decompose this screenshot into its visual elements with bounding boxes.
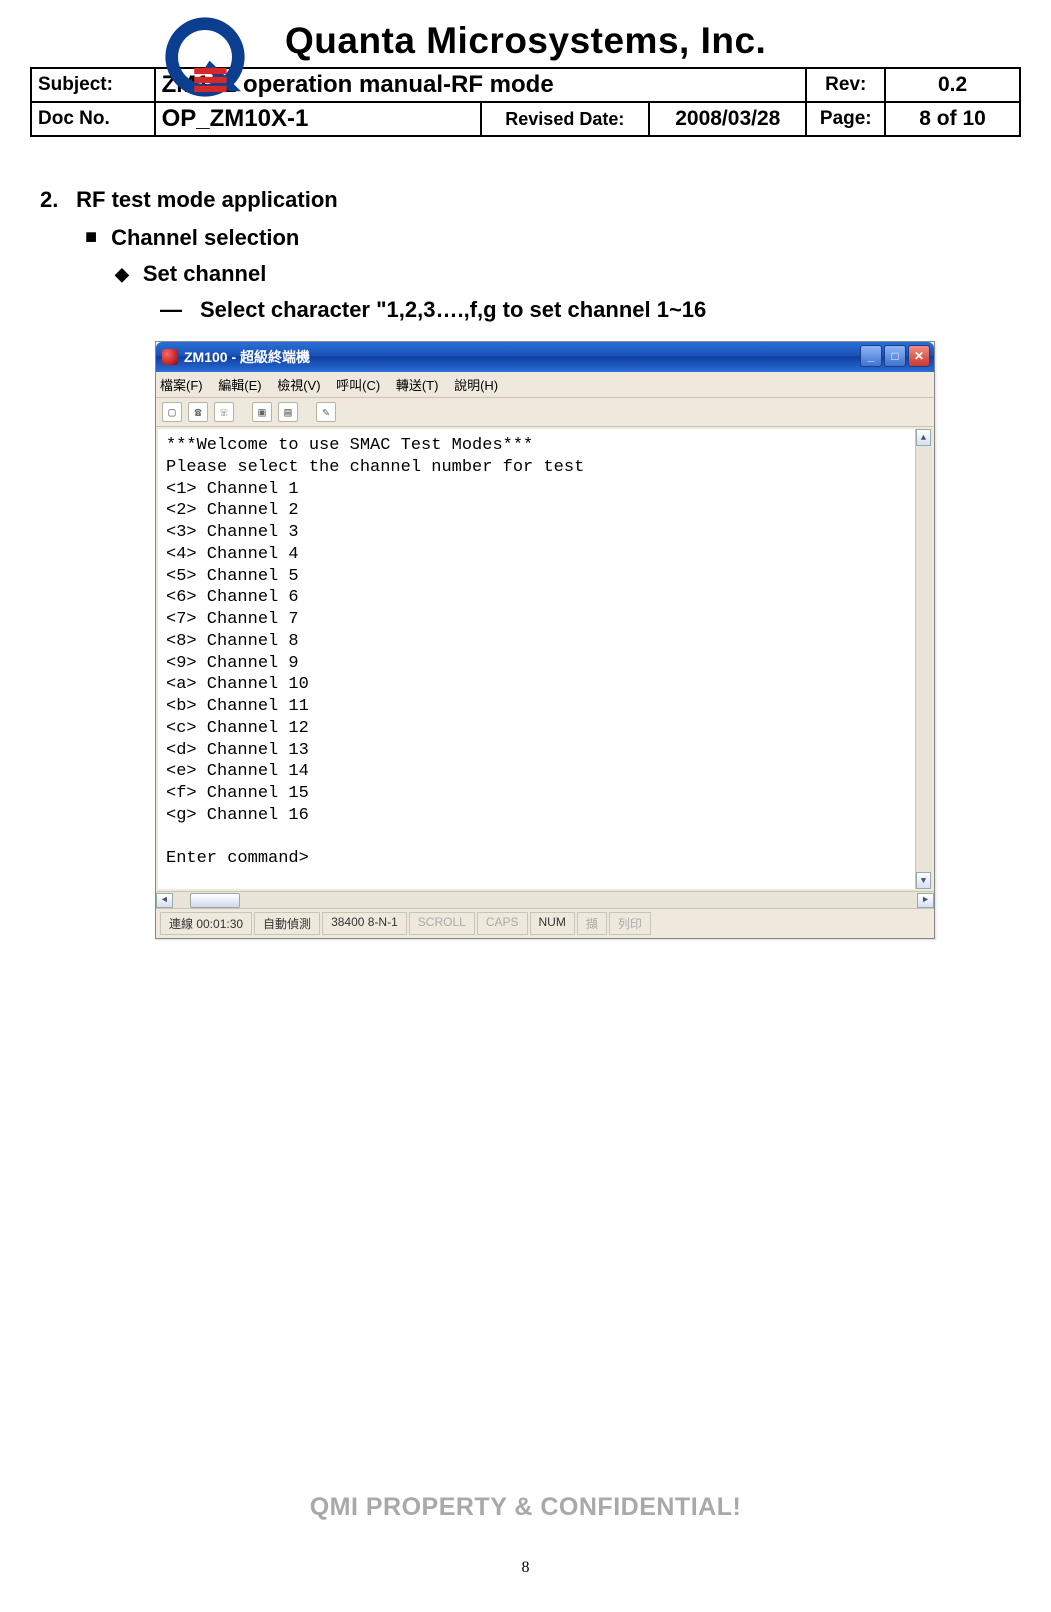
company-name: Quanta Microsystems, Inc. — [285, 20, 766, 62]
menu-bar: 檔案(F) 編輯(E) 檢視(V) 呼叫(C) 轉送(T) 說明(H) — [156, 372, 934, 398]
terminal-line: <g> Channel 16 — [166, 805, 907, 827]
window-titlebar[interactable]: ZM100 - 超級終端機 _ □ ✕ — [156, 342, 934, 372]
sub-heading-3: —Select character "1,2,3….,f,g to set ch… — [160, 297, 1011, 323]
resize-grip-icon[interactable] — [916, 912, 930, 935]
scroll-thumb[interactable] — [190, 893, 240, 908]
subject-label: Subject: — [31, 68, 155, 102]
terminal-line: <7> Channel 7 — [166, 609, 907, 631]
sub-heading-1: ■Channel selection — [85, 225, 1011, 251]
terminal-line: ***Welcome to use SMAC Test Modes*** — [166, 435, 907, 457]
scroll-left-icon[interactable]: ◄ — [156, 893, 173, 908]
terminal-line: Please select the channel number for tes… — [166, 457, 907, 479]
section-title: RF test mode application — [76, 187, 338, 212]
receive-icon[interactable]: ▤ — [278, 402, 298, 422]
subject-value: ZM101 operation manual-RF mode — [155, 68, 807, 102]
menu-view[interactable]: 檢視(V) — [277, 378, 320, 393]
status-capture: 擷 — [577, 912, 607, 935]
status-detect: 自動偵測 — [254, 912, 320, 935]
terminal-line: <f> Channel 15 — [166, 783, 907, 805]
horizontal-scrollbar[interactable]: ◄ ► — [156, 891, 934, 908]
menu-call[interactable]: 呼叫(C) — [336, 378, 380, 393]
status-print: 列印 — [609, 912, 651, 935]
rev-value: 0.2 — [885, 68, 1020, 102]
sub-heading-2: ◆Set channel — [115, 261, 1011, 287]
terminal-line: <1> Channel 1 — [166, 479, 907, 501]
dash-bullet-icon: — — [160, 297, 200, 323]
section-number: 2. — [40, 187, 70, 213]
minimize-button[interactable]: _ — [860, 345, 882, 367]
terminal-line: <b> Channel 11 — [166, 696, 907, 718]
terminal-line — [166, 827, 907, 849]
menu-file[interactable]: 檔案(F) — [160, 378, 203, 393]
terminal-line: <8> Channel 8 — [166, 631, 907, 653]
confidential-footer: QMI PROPERTY & CONFIDENTIAL! — [0, 1493, 1051, 1522]
status-baud: 38400 8-N-1 — [322, 912, 407, 935]
square-bullet-icon: ■ — [85, 226, 97, 248]
terminal-line: <9> Channel 9 — [166, 653, 907, 675]
terminal-line: <4> Channel 4 — [166, 544, 907, 566]
menu-help[interactable]: 說明(H) — [454, 378, 498, 393]
docno-value: OP_ZM10X-1 — [155, 102, 481, 136]
scroll-down-icon[interactable]: ▼ — [916, 872, 931, 889]
page-label: Page: — [806, 102, 885, 136]
terminal-line: <5> Channel 5 — [166, 566, 907, 588]
docno-label: Doc No. — [31, 102, 155, 136]
maximize-button[interactable]: □ — [884, 345, 906, 367]
status-scroll: SCROLL — [409, 912, 475, 935]
status-num: NUM — [530, 912, 575, 935]
document-body: 2. RF test mode application ■Channel sel… — [30, 187, 1021, 939]
terminal-line: <3> Channel 3 — [166, 522, 907, 544]
status-caps: CAPS — [477, 912, 528, 935]
scroll-up-icon[interactable]: ▲ — [916, 429, 931, 446]
toolbar: ▢ ☎ ☏ ▣ ▤ ✎ — [156, 398, 934, 427]
menu-transfer[interactable]: 轉送(T) — [396, 378, 439, 393]
rev-label: Rev: — [806, 68, 885, 102]
window-title: ZM100 - 超級終端機 — [184, 347, 310, 367]
vertical-scrollbar[interactable]: ▲ ▼ — [915, 429, 932, 889]
terminal-prompt: Enter command> — [166, 848, 907, 870]
revdate-value: 2008/03/28 — [649, 102, 806, 136]
page-number: 8 — [0, 1559, 1051, 1577]
page-value: 8 of 10 — [885, 102, 1020, 136]
status-connection: 連線 00:01:30 — [160, 912, 252, 935]
terminal-line: <6> Channel 6 — [166, 587, 907, 609]
status-bar: 連線 00:01:30 自動偵測 38400 8-N-1 SCROLL CAPS… — [156, 908, 934, 938]
menu-edit[interactable]: 編輯(E) — [218, 378, 261, 393]
send-icon[interactable]: ▣ — [252, 402, 272, 422]
terminal-line: <e> Channel 14 — [166, 761, 907, 783]
terminal-line: <a> Channel 10 — [166, 674, 907, 696]
diamond-bullet-icon: ◆ — [115, 264, 129, 284]
scroll-right-icon[interactable]: ► — [917, 893, 934, 908]
terminal-line: <d> Channel 13 — [166, 740, 907, 762]
open-icon[interactable]: ☎ — [188, 402, 208, 422]
section-heading: 2. RF test mode application — [40, 187, 1011, 213]
app-icon — [162, 349, 178, 365]
properties-icon[interactable]: ✎ — [316, 402, 336, 422]
new-icon[interactable]: ▢ — [162, 402, 182, 422]
hyperterminal-window: ZM100 - 超級終端機 _ □ ✕ 檔案(F) 編輯(E) 檢視(V) 呼叫… — [155, 341, 935, 939]
company-logo — [160, 12, 250, 102]
terminal-line: <2> Channel 2 — [166, 500, 907, 522]
terminal-line: <c> Channel 12 — [166, 718, 907, 740]
terminal-output[interactable]: ***Welcome to use SMAC Test Modes*** Ple… — [158, 429, 915, 889]
connect-icon[interactable]: ☏ — [214, 402, 234, 422]
revdate-label: Revised Date: — [481, 102, 650, 136]
close-button[interactable]: ✕ — [908, 345, 930, 367]
